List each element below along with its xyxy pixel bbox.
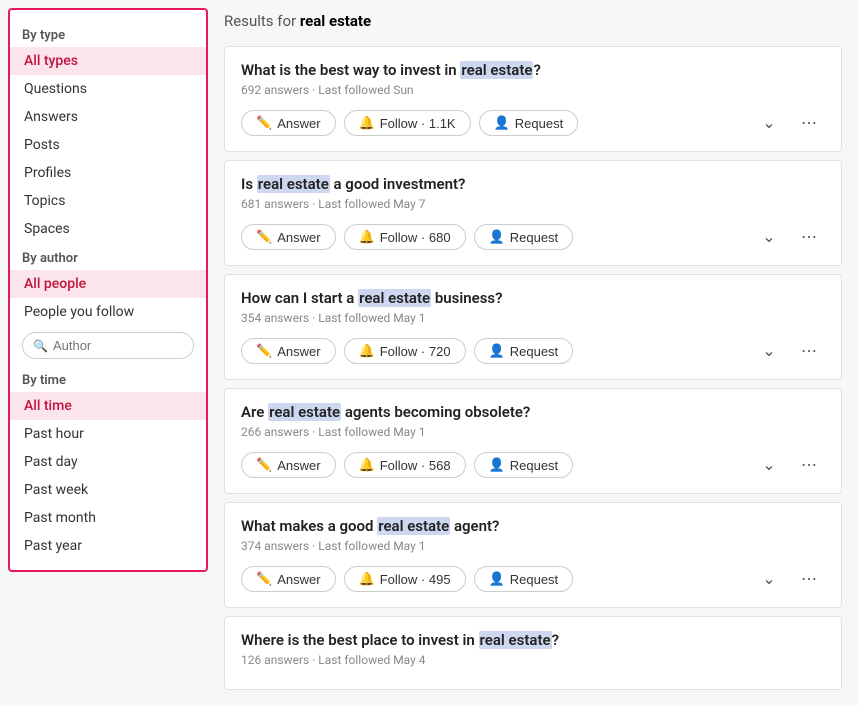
sidebar-item-spaces[interactable]: Spaces — [10, 215, 206, 243]
pencil-icon: ✏️ — [256, 229, 272, 245]
question-title: What makes a good real estate agent? — [241, 517, 825, 535]
more-options-button[interactable]: ⋯ — [793, 221, 825, 253]
question-actions: ✏️ Answer 🔔 Follow · 720 👤 Request ⌄ ⋯ — [241, 335, 825, 367]
author-search-container: 🔍 — [22, 332, 194, 359]
results-prefix: Results for — [224, 12, 300, 30]
person-icon: 👤 — [489, 343, 505, 359]
bell-icon: 🔔 — [359, 457, 375, 473]
person-icon: 👤 — [494, 115, 510, 131]
question-card: Where is the best place to invest in rea… — [224, 616, 842, 690]
answer-button[interactable]: ✏️ Answer — [241, 338, 336, 364]
question-actions: ✏️ Answer 🔔 Follow · 568 👤 Request ⌄ ⋯ — [241, 449, 825, 481]
question-title: Is real estate a good investment? — [241, 175, 825, 193]
question-meta: 681 answers · Last followed May 7 — [241, 197, 825, 211]
request-button[interactable]: 👤 Request — [474, 338, 574, 364]
question-actions: ✏️ Answer 🔔 Follow · 1.1K 👤 Request ⌄ ⋯ — [241, 107, 825, 139]
sidebar-item-all-people[interactable]: All people — [10, 270, 206, 298]
question-card: What is the best way to invest in real e… — [224, 46, 842, 152]
request-button[interactable]: 👤 Request — [479, 110, 579, 136]
question-meta: 354 answers · Last followed May 1 — [241, 311, 825, 325]
sidebar-item-all-time[interactable]: All time — [10, 392, 206, 420]
answer-button[interactable]: ✏️ Answer — [241, 110, 336, 136]
request-button[interactable]: 👤 Request — [474, 452, 574, 478]
follow-button[interactable]: 🔔 Follow · 1.1K — [344, 110, 471, 136]
pencil-icon: ✏️ — [256, 457, 272, 473]
pencil-icon: ✏️ — [256, 343, 272, 359]
sidebar-item-past-year[interactable]: Past year — [10, 532, 206, 560]
highlight: real estate — [377, 517, 450, 535]
sidebar-item-topics[interactable]: Topics — [10, 187, 206, 215]
search-icon: 🔍 — [33, 339, 48, 353]
sidebar-item-posts[interactable]: Posts — [10, 131, 206, 159]
highlight: real estate — [460, 61, 533, 79]
results-query: real estate — [300, 12, 371, 30]
sidebar-item-all-types[interactable]: All types — [10, 47, 206, 75]
sidebar-item-profiles[interactable]: Profiles — [10, 159, 206, 187]
bell-icon: 🔔 — [359, 229, 375, 245]
follow-button[interactable]: 🔔 Follow · 720 — [344, 338, 466, 364]
question-meta: 692 answers · Last followed Sun — [241, 83, 825, 97]
question-card: Are real estate agents becoming obsolete… — [224, 388, 842, 494]
main-content: Results for real estate What is the best… — [208, 0, 858, 706]
question-meta: 126 answers · Last followed May 4 — [241, 653, 825, 667]
person-icon: 👤 — [489, 229, 505, 245]
follow-button[interactable]: 🔔 Follow · 680 — [344, 224, 466, 250]
downvote-button[interactable]: ⌄ — [753, 449, 785, 481]
more-options-button[interactable]: ⋯ — [793, 107, 825, 139]
sidebar-item-people-you-follow[interactable]: People you follow — [10, 298, 206, 326]
person-icon: 👤 — [489, 571, 505, 587]
sidebar: By type All types Questions Answers Post… — [8, 8, 208, 572]
sidebar-item-answers[interactable]: Answers — [10, 103, 206, 131]
sidebar-item-past-week[interactable]: Past week — [10, 476, 206, 504]
bell-icon: 🔔 — [359, 343, 375, 359]
answer-button[interactable]: ✏️ Answer — [241, 224, 336, 250]
by-author-label: By author — [10, 243, 206, 270]
author-search-input[interactable] — [53, 338, 183, 353]
downvote-button[interactable]: ⌄ — [753, 107, 785, 139]
follow-button[interactable]: 🔔 Follow · 568 — [344, 452, 466, 478]
question-meta: 266 answers · Last followed May 1 — [241, 425, 825, 439]
highlight: real estate — [257, 175, 330, 193]
question-title: Where is the best place to invest in rea… — [241, 631, 825, 649]
by-time-label: By time — [10, 365, 206, 392]
downvote-button[interactable]: ⌄ — [753, 221, 785, 253]
person-icon: 👤 — [489, 457, 505, 473]
sidebar-item-past-day[interactable]: Past day — [10, 448, 206, 476]
question-title: What is the best way to invest in real e… — [241, 61, 825, 79]
more-options-button[interactable]: ⋯ — [793, 449, 825, 481]
follow-button[interactable]: 🔔 Follow · 495 — [344, 566, 466, 592]
question-title: How can I start a real estate business? — [241, 289, 825, 307]
request-button[interactable]: 👤 Request — [474, 224, 574, 250]
question-title: Are real estate agents becoming obsolete… — [241, 403, 825, 421]
highlight: real estate — [268, 403, 341, 421]
highlight: real estate — [479, 631, 552, 649]
bell-icon: 🔔 — [359, 571, 375, 587]
more-options-button[interactable]: ⋯ — [793, 335, 825, 367]
results-header: Results for real estate — [224, 8, 842, 34]
sidebar-item-past-month[interactable]: Past month — [10, 504, 206, 532]
sidebar-item-questions[interactable]: Questions — [10, 75, 206, 103]
request-button[interactable]: 👤 Request — [474, 566, 574, 592]
question-card: What makes a good real estate agent? 374… — [224, 502, 842, 608]
pencil-icon: ✏️ — [256, 571, 272, 587]
question-actions: ✏️ Answer 🔔 Follow · 495 👤 Request ⌄ ⋯ — [241, 563, 825, 595]
more-options-button[interactable]: ⋯ — [793, 563, 825, 595]
sidebar-item-past-hour[interactable]: Past hour — [10, 420, 206, 448]
by-type-label: By type — [10, 20, 206, 47]
downvote-button[interactable]: ⌄ — [753, 335, 785, 367]
question-card: How can I start a real estate business? … — [224, 274, 842, 380]
question-meta: 374 answers · Last followed May 1 — [241, 539, 825, 553]
pencil-icon: ✏️ — [256, 115, 272, 131]
answer-button[interactable]: ✏️ Answer — [241, 452, 336, 478]
bell-icon: 🔔 — [359, 115, 375, 131]
answer-button[interactable]: ✏️ Answer — [241, 566, 336, 592]
question-card: Is real estate a good investment? 681 an… — [224, 160, 842, 266]
downvote-button[interactable]: ⌄ — [753, 563, 785, 595]
question-actions: ✏️ Answer 🔔 Follow · 680 👤 Request ⌄ ⋯ — [241, 221, 825, 253]
highlight: real estate — [358, 289, 431, 307]
